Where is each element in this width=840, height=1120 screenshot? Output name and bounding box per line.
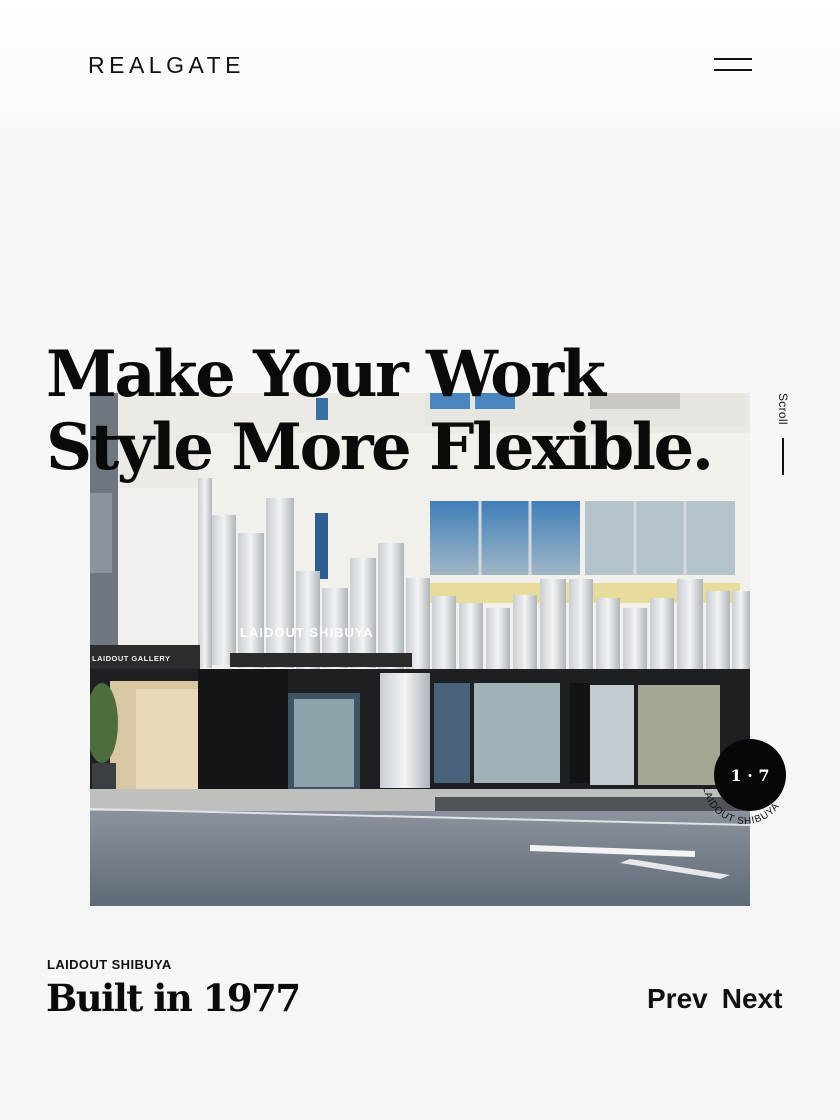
scroll-line (782, 438, 784, 475)
project-label: LAIDOUT SHIBUYA (47, 957, 172, 972)
scroll-indicator[interactable]: Scroll (770, 393, 796, 483)
scroll-label: Scroll (776, 393, 790, 425)
menu-line-bottom (714, 69, 752, 71)
site-logo[interactable]: REALGATE (88, 52, 245, 79)
slide-pager: Prev Next (647, 983, 782, 1015)
next-button[interactable]: Next (722, 983, 783, 1014)
headline-line-1: Make Your Work (46, 337, 606, 412)
prev-button[interactable]: Prev (647, 983, 708, 1014)
slide-counter: LAIDOUT SHIBUYA 1 · 7 (690, 727, 800, 837)
hero-headline: Make Your Work Style More Flexible. (46, 338, 746, 484)
facade-sign-text: LAIDOUT SHIBUYA (240, 625, 374, 640)
gallery-sign-text: LAIDOUT GALLERY (92, 654, 170, 663)
menu-icon[interactable] (712, 56, 754, 76)
headline-line-2: Style More Flexible. (46, 410, 714, 485)
project-title: Built in 1977 (46, 976, 301, 1020)
menu-line-top (714, 58, 752, 60)
counter-disc: 1 · 7 (714, 739, 786, 811)
